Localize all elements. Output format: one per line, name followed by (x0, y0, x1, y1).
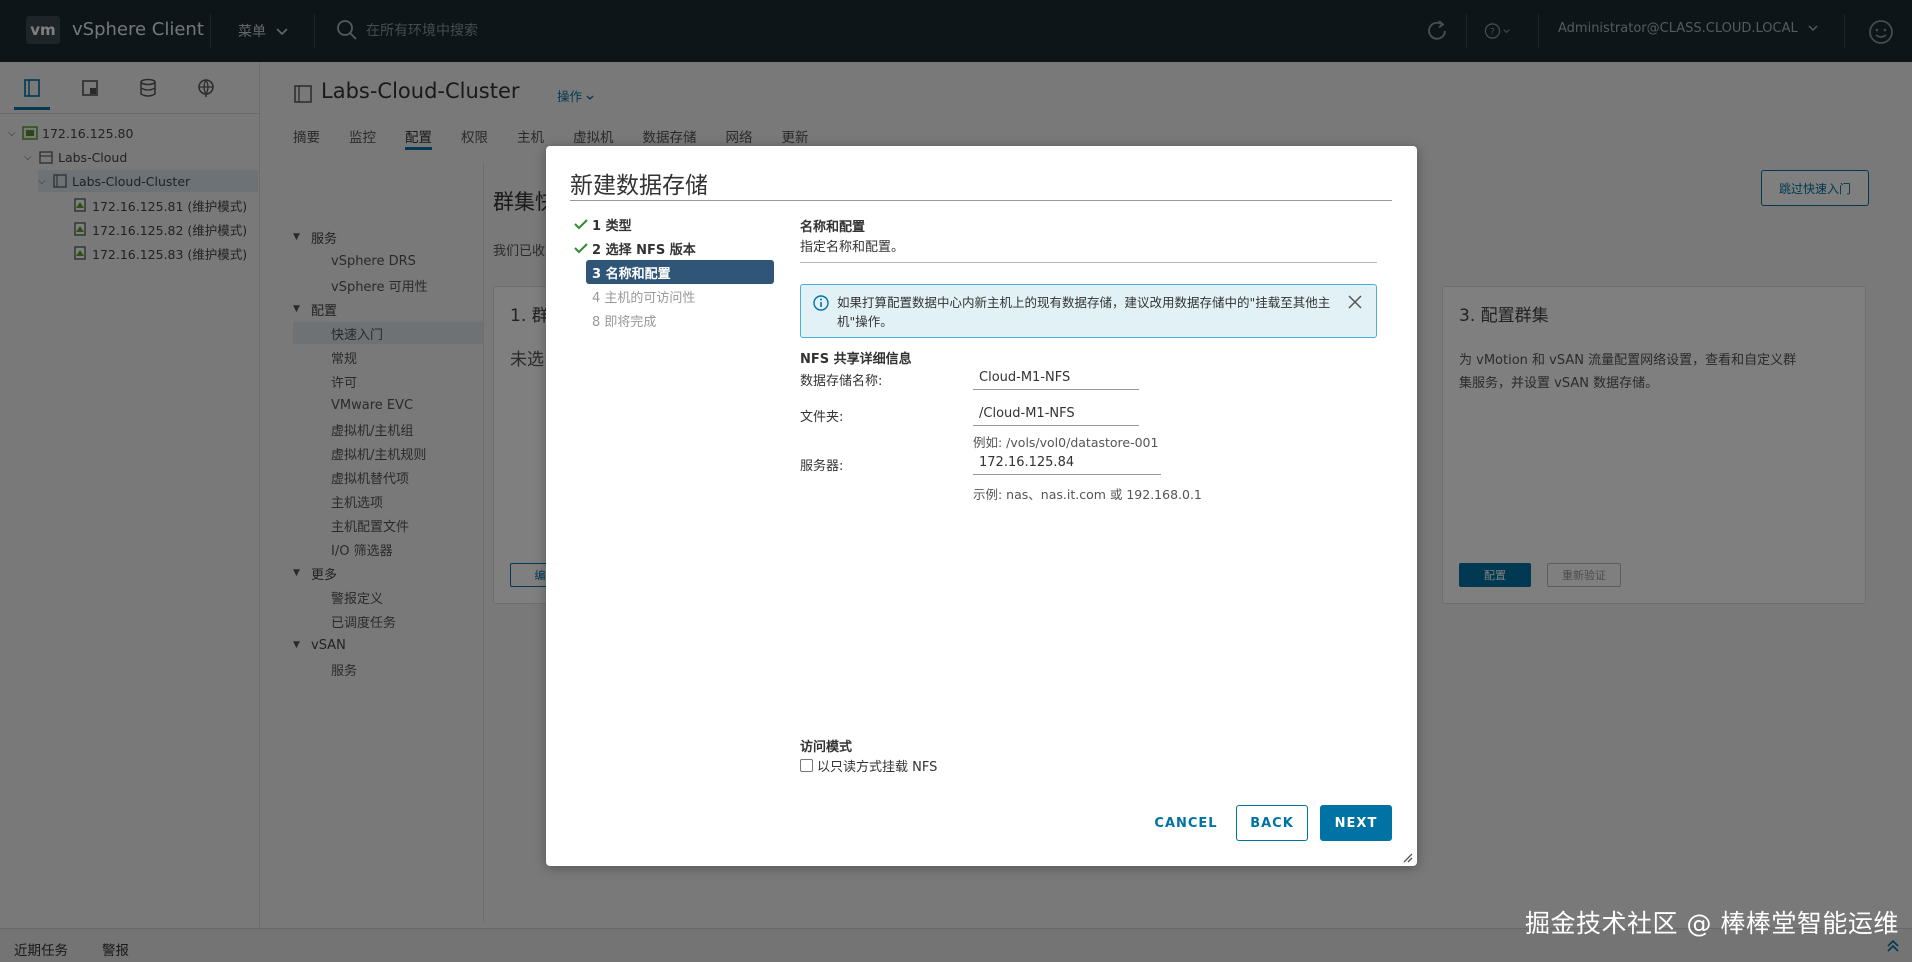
wizard-step-name-config[interactable]: 3 名称和配置 (586, 260, 774, 284)
new-datastore-dialog: 新建数据存储 1 类型 2 选择 NFS 版本 3 名称和配置 4 主机的可访问… (546, 146, 1417, 866)
panel-subtitle: 指定名称和配置。 (800, 240, 905, 255)
step-label: 2 选择 NFS 版本 (592, 242, 696, 258)
close-icon[interactable] (1348, 295, 1362, 309)
step-label: 8 即将完成 (592, 314, 657, 330)
info-icon (813, 295, 829, 311)
wizard-step-nfs-version[interactable]: 2 选择 NFS 版本 (570, 236, 782, 260)
title-divider (570, 200, 1392, 201)
datastore-name-label: 数据存储名称: (800, 374, 883, 389)
wizard-step-host-accessibility[interactable]: 4 主机的可访问性 (592, 284, 804, 308)
watermark-text: 掘金技术社区 @ 棒棒堂智能运维 (1525, 909, 1899, 938)
nfs-details-heading: NFS 共享详细信息 (800, 352, 912, 367)
readonly-checkbox[interactable] (800, 759, 813, 772)
panel-title: 名称和配置 (800, 220, 866, 235)
wizard-step-ready-to-complete[interactable]: 8 即将完成 (592, 308, 804, 332)
cancel-button[interactable]: CANCEL (1142, 805, 1230, 841)
server-input[interactable] (973, 451, 1161, 475)
step-label: 4 主机的可访问性 (592, 290, 696, 306)
resize-handle-icon[interactable] (1403, 852, 1413, 863)
wizard-step-type[interactable]: 1 类型 (570, 212, 782, 236)
alert-text: 如果打算配置数据中心内新主机上的现有数据存储，建议改用数据存储中的"挂载至其他主… (837, 295, 1331, 329)
step-label: 3 名称和配置 (592, 266, 671, 282)
folder-hint: 例如: /vols/vol0/datastore-001 (973, 435, 1159, 450)
readonly-label: 以只读方式挂载 NFS (817, 760, 938, 775)
folder-input[interactable] (973, 402, 1139, 426)
checkmark-icon (570, 216, 592, 232)
server-hint: 示例: nas、nas.it.com 或 192.168.0.1 (973, 487, 1202, 502)
next-button[interactable]: NEXT (1320, 805, 1392, 841)
server-label: 服务器: (800, 459, 844, 474)
info-alert: 如果打算配置数据中心内新主机上的现有数据存储，建议改用数据存储中的"挂载至其他主… (800, 284, 1377, 338)
panel-divider (800, 262, 1377, 263)
back-button[interactable]: BACK (1236, 805, 1308, 841)
datastore-name-input[interactable] (973, 366, 1139, 390)
checkmark-icon (570, 240, 592, 256)
access-mode-heading: 访问模式 (800, 740, 853, 755)
step-label: 1 类型 (592, 218, 632, 234)
folder-label: 文件夹: (800, 410, 844, 425)
readonly-checkbox-row[interactable]: 以只读方式挂载 NFS (800, 756, 937, 775)
dialog-title: 新建数据存储 (570, 173, 708, 199)
